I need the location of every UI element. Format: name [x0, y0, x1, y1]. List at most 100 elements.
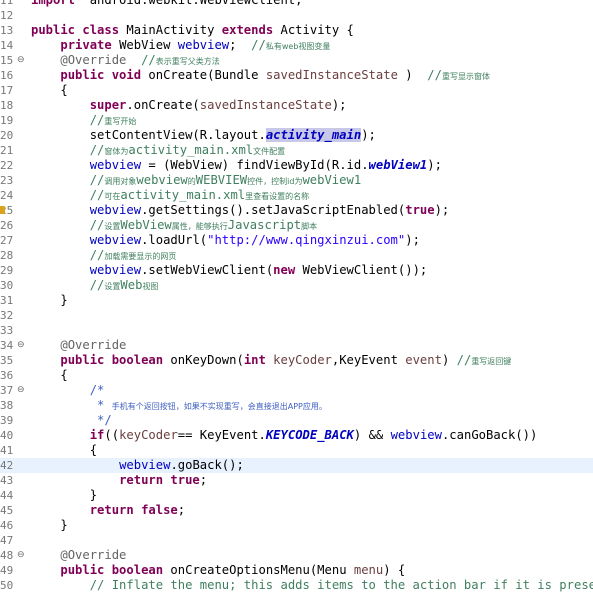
code-line[interactable]: 42 webview.goBack();	[0, 458, 593, 473]
code-text: private WebView webview; //私有web视图变量	[31, 38, 330, 54]
code-token: */	[97, 413, 112, 427]
code-token: return true	[119, 473, 200, 487]
code-token: // Inflate the menu; this adds items to …	[89, 578, 593, 592]
code-token: );	[434, 203, 450, 217]
code-line[interactable]: 50 // Inflate the menu; this adds items …	[0, 578, 593, 593]
code-token: 表示重写父类方法	[155, 57, 220, 66]
code-line[interactable]: 49 public boolean onCreateOptionsMenu(Me…	[0, 563, 593, 578]
code-line[interactable]: 38 * 手机有个返回按钮，如果不实现重写，会直接退出APP应用。	[0, 398, 593, 413]
code-line[interactable]: 36 {	[0, 368, 593, 383]
code-token: )	[397, 68, 428, 82]
code-line[interactable]: 31 }	[0, 293, 593, 308]
code-line[interactable]: 41 {	[0, 443, 593, 458]
code-token: );	[361, 128, 376, 142]
code-line[interactable]: 47	[0, 533, 593, 548]
code-text: //设置Web视图	[31, 278, 159, 294]
code-text: webview.setWebViewClient(new WebViewClie…	[31, 263, 428, 278]
line-number: 33	[0, 324, 14, 337]
code-line[interactable]: 28 //加载需要显示的网页	[0, 248, 593, 263]
code-text: /*	[31, 383, 105, 398]
code-token: public void	[60, 68, 142, 82]
code-token: 文件配置	[253, 147, 286, 156]
code-token: }	[31, 293, 68, 307]
fold-toggle-icon[interactable]: ⊖	[17, 383, 25, 398]
code-token: = (WebView) findViewById(R.id.	[141, 158, 369, 172]
code-line[interactable]: 35 public boolean onKeyDown(int keyCoder…	[0, 353, 593, 368]
code-text: // Inflate the menu; this adds items to …	[31, 578, 593, 593]
code-line[interactable]: 18 super.onCreate(savedInstanceState);	[0, 98, 593, 113]
code-token: 设置	[104, 282, 121, 291]
code-line[interactable]: 20 setContentView(R.layout.activity_main…	[0, 128, 593, 143]
code-token: Web	[120, 278, 143, 292]
code-line[interactable]: 30 //设置Web视图	[0, 278, 593, 293]
code-token: webView1	[368, 158, 428, 172]
code-line[interactable]: 13 public class MainActivity extends Acti…	[0, 23, 593, 38]
code-line[interactable]: 26 //设置WebView属性，能够执行Javascript脚本	[0, 218, 593, 233]
code-text: if((keyCoder== KeyEvent.KEYCODE_BACK) &&…	[31, 428, 538, 443]
code-token: //	[89, 248, 105, 262]
fold-toggle-icon[interactable]: ⊖	[17, 338, 25, 353]
fold-toggle-icon[interactable]: ⊖	[17, 548, 25, 563]
code-token: 可在	[104, 192, 121, 201]
line-number: 26	[0, 219, 14, 232]
line-number: 12	[0, 9, 14, 22]
code-line[interactable]: 11 import android.webkit.WebViewClient;	[0, 0, 593, 8]
code-line[interactable]: 27 webview.loadUrl("http://www.qingxinzu…	[0, 233, 593, 248]
code-line[interactable]: 24 //可在activity_main.xml里查看设置的名称	[0, 188, 593, 203]
code-line[interactable]: 12	[0, 8, 593, 23]
code-line[interactable]: 33	[0, 323, 593, 338]
code-line[interactable]: 25 webview.getSettings().setJavaScriptEn…	[0, 203, 593, 218]
line-number: 22	[0, 159, 14, 172]
code-token: //	[89, 143, 105, 157]
code-editor[interactable]: 11 import android.webkit.WebViewClient; 12…	[0, 0, 593, 593]
code-line[interactable]: 44 }	[0, 488, 593, 503]
code-line[interactable]: 16 public void onCreate(Bundle savedInst…	[0, 68, 593, 83]
code-line[interactable]: 37 ⊖ /*	[0, 383, 593, 398]
code-line[interactable]: 45 return false;	[0, 503, 593, 518]
line-number: 16	[0, 69, 14, 82]
code-token: 窗体为	[104, 147, 129, 156]
code-line[interactable]: 32	[0, 308, 593, 323]
code-line[interactable]: 15 ⊖ @Override //表示重写父类方法	[0, 53, 593, 68]
code-line[interactable]: 43 return true;	[0, 473, 593, 488]
code-token: android.webkit.WebViewClient;	[75, 0, 303, 7]
line-number: 18	[0, 99, 14, 112]
code-token: WEBVIEW	[195, 173, 248, 187]
code-token: //	[89, 188, 105, 202]
code-token: Javascript	[227, 218, 302, 232]
code-token: onCreate(Bundle	[141, 68, 266, 82]
code-token: ,KeyEvent	[331, 353, 406, 367]
warning-marker-icon[interactable]	[0, 206, 5, 214]
code-line[interactable]: 23 //调用对象webview的WEBVIEW控件，控制id为webView1	[0, 173, 593, 188]
code-token: @Override	[60, 548, 127, 562]
line-number: 30	[0, 279, 14, 292]
code-token: }	[31, 518, 68, 532]
code-line[interactable]: 29 webview.setWebViewClient(new WebViewC…	[0, 263, 593, 278]
code-text: setContentView(R.layout.activity_main);	[31, 128, 376, 143]
code-line[interactable]: 46 }	[0, 518, 593, 533]
code-token: {	[31, 443, 98, 457]
code-token: activity_main.xml	[128, 143, 254, 157]
code-line[interactable]: 19 //重写开始	[0, 113, 593, 128]
code-token: ) {	[383, 563, 406, 577]
code-line[interactable]: 40 if((keyCoder== KeyEvent.KEYCODE_BACK)…	[0, 428, 593, 443]
code-line[interactable]: 39 */	[0, 413, 593, 428]
line-number: 45	[0, 504, 14, 517]
code-line[interactable]: 17 {	[0, 83, 593, 98]
code-token: private	[60, 38, 112, 52]
code-line[interactable]: 48 ⊖ @Override	[0, 548, 593, 563]
code-token: //	[141, 53, 156, 67]
code-line[interactable]: 22 webview = (WebView) findViewById(R.id…	[0, 158, 593, 173]
line-number: 41	[0, 444, 14, 457]
code-line[interactable]: 21 //窗体为activity_main.xml文件配置	[0, 143, 593, 158]
code-line[interactable]: 14 private WebView webview; //私有web视图变量	[0, 38, 593, 53]
code-token: ) &&	[353, 428, 391, 442]
code-line[interactable]: 34 ⊖ @Override	[0, 338, 593, 353]
fold-toggle-icon[interactable]: ⊖	[17, 53, 25, 68]
code-token: Activity {	[273, 23, 354, 37]
